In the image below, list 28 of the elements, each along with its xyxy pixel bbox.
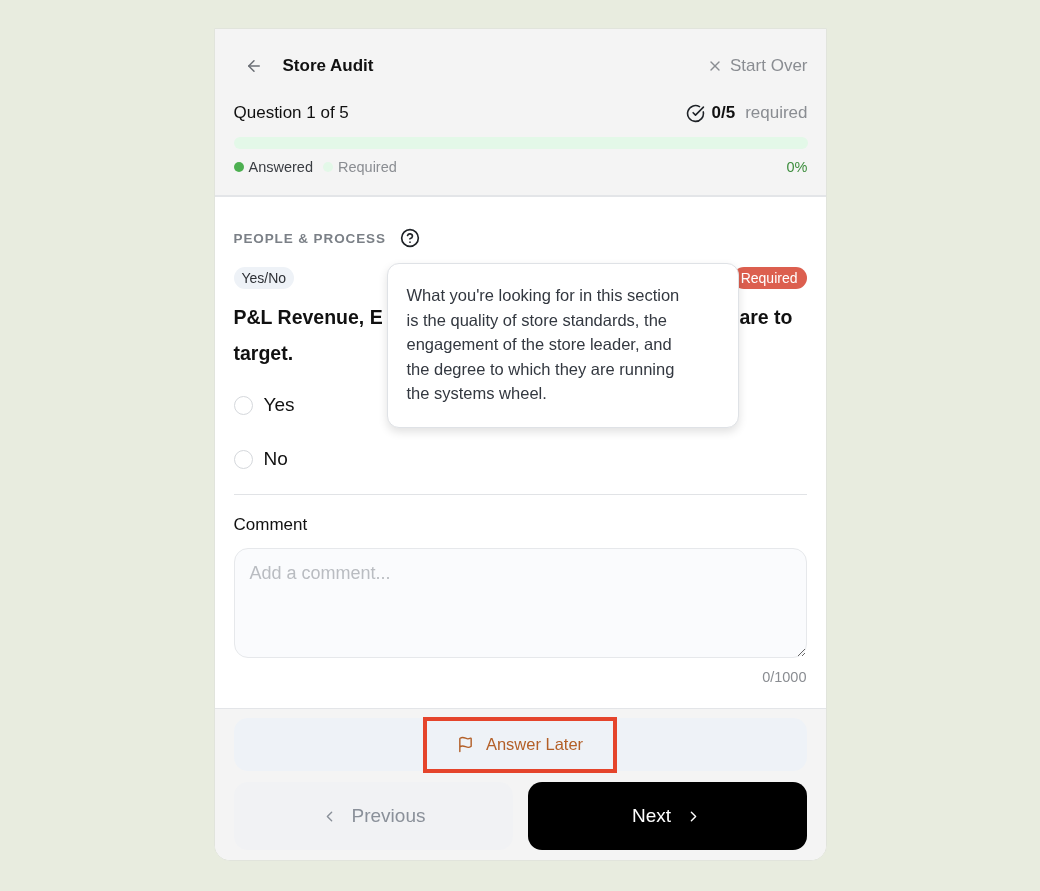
legend-label: Required <box>338 159 397 175</box>
answer-later-button[interactable]: Answer Later <box>233 718 807 771</box>
radio-button-icon[interactable] <box>233 395 253 415</box>
next-button[interactable]: Next <box>527 782 807 850</box>
legend-label: Answered <box>248 159 313 175</box>
progress-percent: 0% <box>786 159 808 175</box>
flag-icon <box>456 736 474 753</box>
required-count: 0/5 <box>711 103 736 123</box>
help-button[interactable] <box>399 228 420 248</box>
question-type-badge: Yes/No <box>233 267 295 289</box>
radio-option[interactable]: Yes <box>233 390 295 420</box>
section-title: PEOPLE & PROCESS <box>233 230 386 246</box>
radio-option[interactable]: No <box>233 444 288 474</box>
question-text: P&L Revenue, E <box>233 305 383 330</box>
comment-field[interactable]: Add a comment... <box>233 548 807 658</box>
radio-button-icon[interactable] <box>233 449 253 469</box>
option-label: No <box>263 448 288 470</box>
character-counter: 0/1000 <box>762 669 807 687</box>
question-counter: Question 1 of 5 <box>233 103 349 123</box>
check-circle-icon <box>686 103 706 123</box>
comment-label: Comment <box>233 515 308 535</box>
help-tooltip: What you're looking for in this section is the quality of store standards, the engagement of the store leader, and the degree to which they are running the systems wheel. <box>386 263 739 428</box>
question-text: target. <box>233 341 294 366</box>
page-title: Store Audit <box>282 56 374 76</box>
help-icon <box>399 228 420 248</box>
question-text: are to <box>739 305 793 330</box>
required-label: required <box>745 103 808 123</box>
option-label: Yes <box>263 394 295 416</box>
